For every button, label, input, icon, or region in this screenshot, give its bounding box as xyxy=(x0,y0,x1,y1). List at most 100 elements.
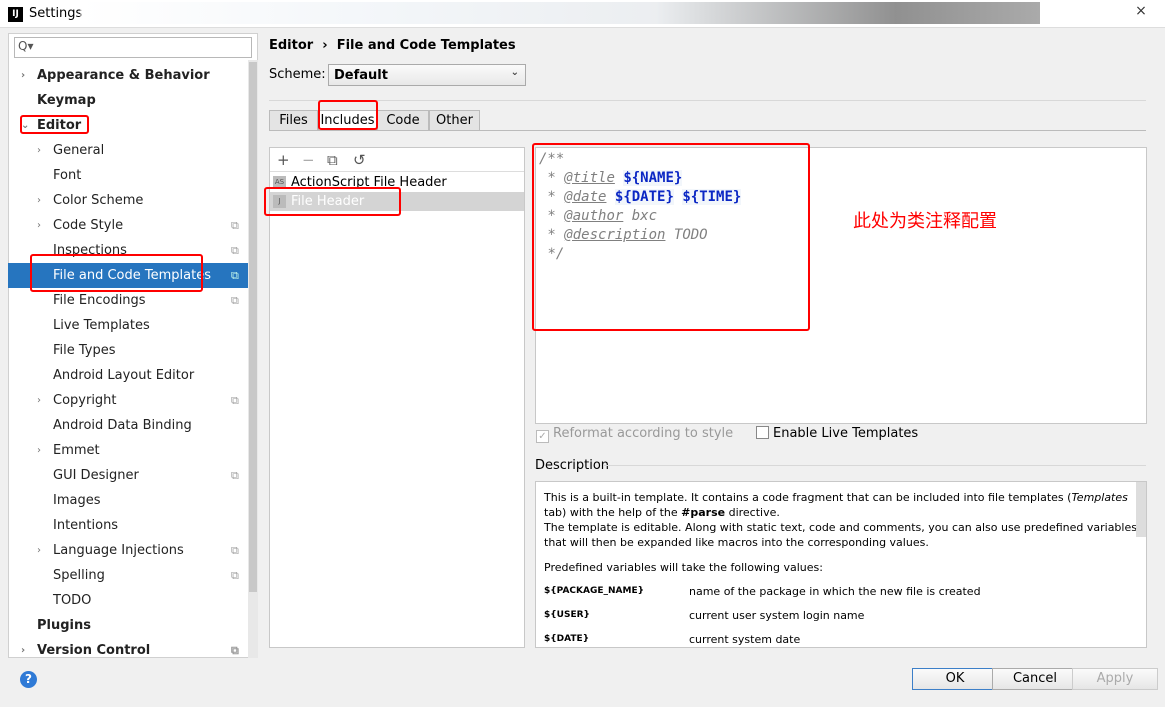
sidebar-item-label: Android Data Binding xyxy=(53,418,192,433)
sidebar-item-code-style[interactable]: › Code Style ⧉ xyxy=(8,213,248,238)
description-panel: This is a built-in template. It contains… xyxy=(535,481,1147,648)
search-input[interactable]: Q▾ xyxy=(14,37,252,58)
help-icon[interactable]: ? xyxy=(20,671,37,688)
chevron-right-icon[interactable]: › xyxy=(21,638,25,663)
scheme-dropdown[interactable]: Default ⌄ xyxy=(328,64,526,86)
sidebar-item-general[interactable]: › General xyxy=(8,138,248,163)
reformat-checkbox[interactable]: ✓ Reformat according to style xyxy=(536,426,733,443)
sidebar-item-label: TODO xyxy=(53,593,92,608)
description-scrollbar[interactable] xyxy=(1136,482,1146,537)
sidebar-item-label: Color Scheme xyxy=(53,193,144,208)
tab-other[interactable]: Other xyxy=(429,110,480,131)
description-text: This is a built-in template. It contains… xyxy=(544,491,1128,519)
sidebar-item-images[interactable]: Images xyxy=(8,488,248,513)
cancel-button[interactable]: Cancel xyxy=(992,668,1078,690)
divider xyxy=(269,100,1146,101)
sidebar-item-spelling[interactable]: Spelling ⧉ xyxy=(8,563,248,588)
sidebar-item-todo[interactable]: TODO xyxy=(8,588,248,613)
close-icon[interactable]: × xyxy=(1122,2,1160,20)
project-settings-icon: ⧉ xyxy=(231,294,239,307)
template-list-panel xyxy=(269,147,525,648)
add-icon[interactable]: + xyxy=(277,151,290,169)
tab-files[interactable]: Files xyxy=(269,110,318,131)
sidebar-item-android-layout-editor[interactable]: Android Layout Editor xyxy=(8,363,248,388)
search-icon: Q▾ xyxy=(18,39,34,53)
project-settings-icon: ⧉ xyxy=(231,569,239,582)
chevron-right-icon[interactable]: › xyxy=(37,538,41,563)
sidebar-item-label: Plugins xyxy=(37,618,91,633)
project-settings-icon: ⧉ xyxy=(231,644,239,657)
project-settings-icon: ⧉ xyxy=(231,269,239,282)
variable-row: ${DATE} current system date xyxy=(544,633,801,646)
project-settings-icon: ⧉ xyxy=(231,244,239,257)
tab-code[interactable]: Code xyxy=(377,110,429,131)
breadcrumb-sep: › xyxy=(322,38,328,53)
sidebar-item-label: File Types xyxy=(53,343,116,358)
copy-icon[interactable]: ⧉ xyxy=(327,151,338,169)
breadcrumb-current: File and Code Templates xyxy=(336,38,516,53)
chevron-right-icon[interactable]: › xyxy=(37,138,41,163)
checkbox-label: Reformat according to style xyxy=(553,426,734,441)
sidebar-item-gui-designer[interactable]: GUI Designer ⧉ xyxy=(8,463,248,488)
chevron-right-icon[interactable]: › xyxy=(37,188,41,213)
sidebar-item-language-injections[interactable]: › Language Injections ⧉ xyxy=(8,538,248,563)
variable-row: ${USER} current user system login name xyxy=(544,609,865,622)
annotation-box xyxy=(318,100,378,130)
tab-divider xyxy=(269,130,1146,131)
sidebar-item-color-scheme[interactable]: › Color Scheme xyxy=(8,188,248,213)
reset-icon[interactable]: ↺ xyxy=(353,151,366,169)
project-settings-icon: ⧉ xyxy=(231,219,239,232)
description-text: The template is editable. Along with sta… xyxy=(544,521,1137,549)
description-label: Description xyxy=(535,458,610,473)
checkbox-icon xyxy=(756,426,769,439)
annotation-box xyxy=(30,254,203,292)
divider xyxy=(604,465,1146,466)
sidebar-item-emmet[interactable]: › Emmet xyxy=(8,438,248,463)
project-settings-icon: ⧉ xyxy=(231,394,239,407)
sidebar-item-label: Intentions xyxy=(53,518,119,533)
project-settings-icon: ⧉ xyxy=(231,469,239,482)
sidebar-item-intentions[interactable]: Intentions xyxy=(8,513,248,538)
sidebar-item-label: Android Layout Editor xyxy=(53,368,195,383)
sidebar-item-copyright[interactable]: › Copyright ⧉ xyxy=(8,388,248,413)
sidebar-item-android-data-binding[interactable]: Android Data Binding xyxy=(8,413,248,438)
sidebar-item-appearance-behavior[interactable]: › Appearance & Behavior xyxy=(8,63,248,88)
apply-button[interactable]: Apply xyxy=(1072,668,1158,690)
chevron-right-icon[interactable]: › xyxy=(21,63,25,88)
sidebar-item-label: Copyright xyxy=(53,393,117,408)
sidebar-item-font[interactable]: Font xyxy=(8,163,248,188)
breadcrumb-parent: Editor xyxy=(269,38,314,53)
sidebar-scrollbar-thumb[interactable] xyxy=(249,62,257,592)
remove-icon[interactable]: − xyxy=(302,151,315,169)
sidebar-item-label: Images xyxy=(53,493,101,508)
sidebar-item-label: General xyxy=(53,143,105,158)
sidebar-item-file-types[interactable]: File Types xyxy=(8,338,248,363)
sidebar-item-live-templates[interactable]: Live Templates xyxy=(8,313,248,338)
annotation-box xyxy=(20,115,89,134)
chevron-right-icon[interactable]: › xyxy=(37,213,41,238)
sidebar-item-label: Language Injections xyxy=(53,543,184,558)
breadcrumb: Editor › File and Code Templates xyxy=(269,38,516,53)
scheme-label: Scheme: xyxy=(269,67,326,82)
sidebar-item-label: GUI Designer xyxy=(53,468,139,483)
sidebar-item-label: Version Control xyxy=(37,643,151,658)
checkbox-checked-icon: ✓ xyxy=(536,430,549,443)
sidebar-item-label: Code Style xyxy=(53,218,124,233)
description-text: Predefined variables will take the follo… xyxy=(544,561,823,574)
sidebar-item-label: Appearance & Behavior xyxy=(37,68,210,83)
chevron-right-icon[interactable]: › xyxy=(37,388,41,413)
blurred-background xyxy=(80,2,1040,24)
sidebar-item-label: Live Templates xyxy=(53,318,150,333)
annotation-box xyxy=(532,143,810,331)
sidebar-item-keymap[interactable]: Keymap xyxy=(8,88,248,113)
variable-row: ${PACKAGE_NAME} name of the package in wh… xyxy=(544,585,981,598)
checkbox-label: Enable Live Templates xyxy=(773,426,919,441)
chevron-right-icon[interactable]: › xyxy=(37,438,41,463)
intellij-logo-icon: IJ xyxy=(8,7,23,22)
scheme-value: Default xyxy=(334,68,388,83)
sidebar-item-plugins[interactable]: Plugins xyxy=(8,613,248,638)
window-title: Settings xyxy=(29,6,83,21)
live-templates-checkbox[interactable]: Enable Live Templates xyxy=(756,426,918,441)
sidebar-item-version-control[interactable]: › Version Control ⧉ xyxy=(8,638,248,663)
ok-button[interactable]: OK xyxy=(912,668,998,690)
